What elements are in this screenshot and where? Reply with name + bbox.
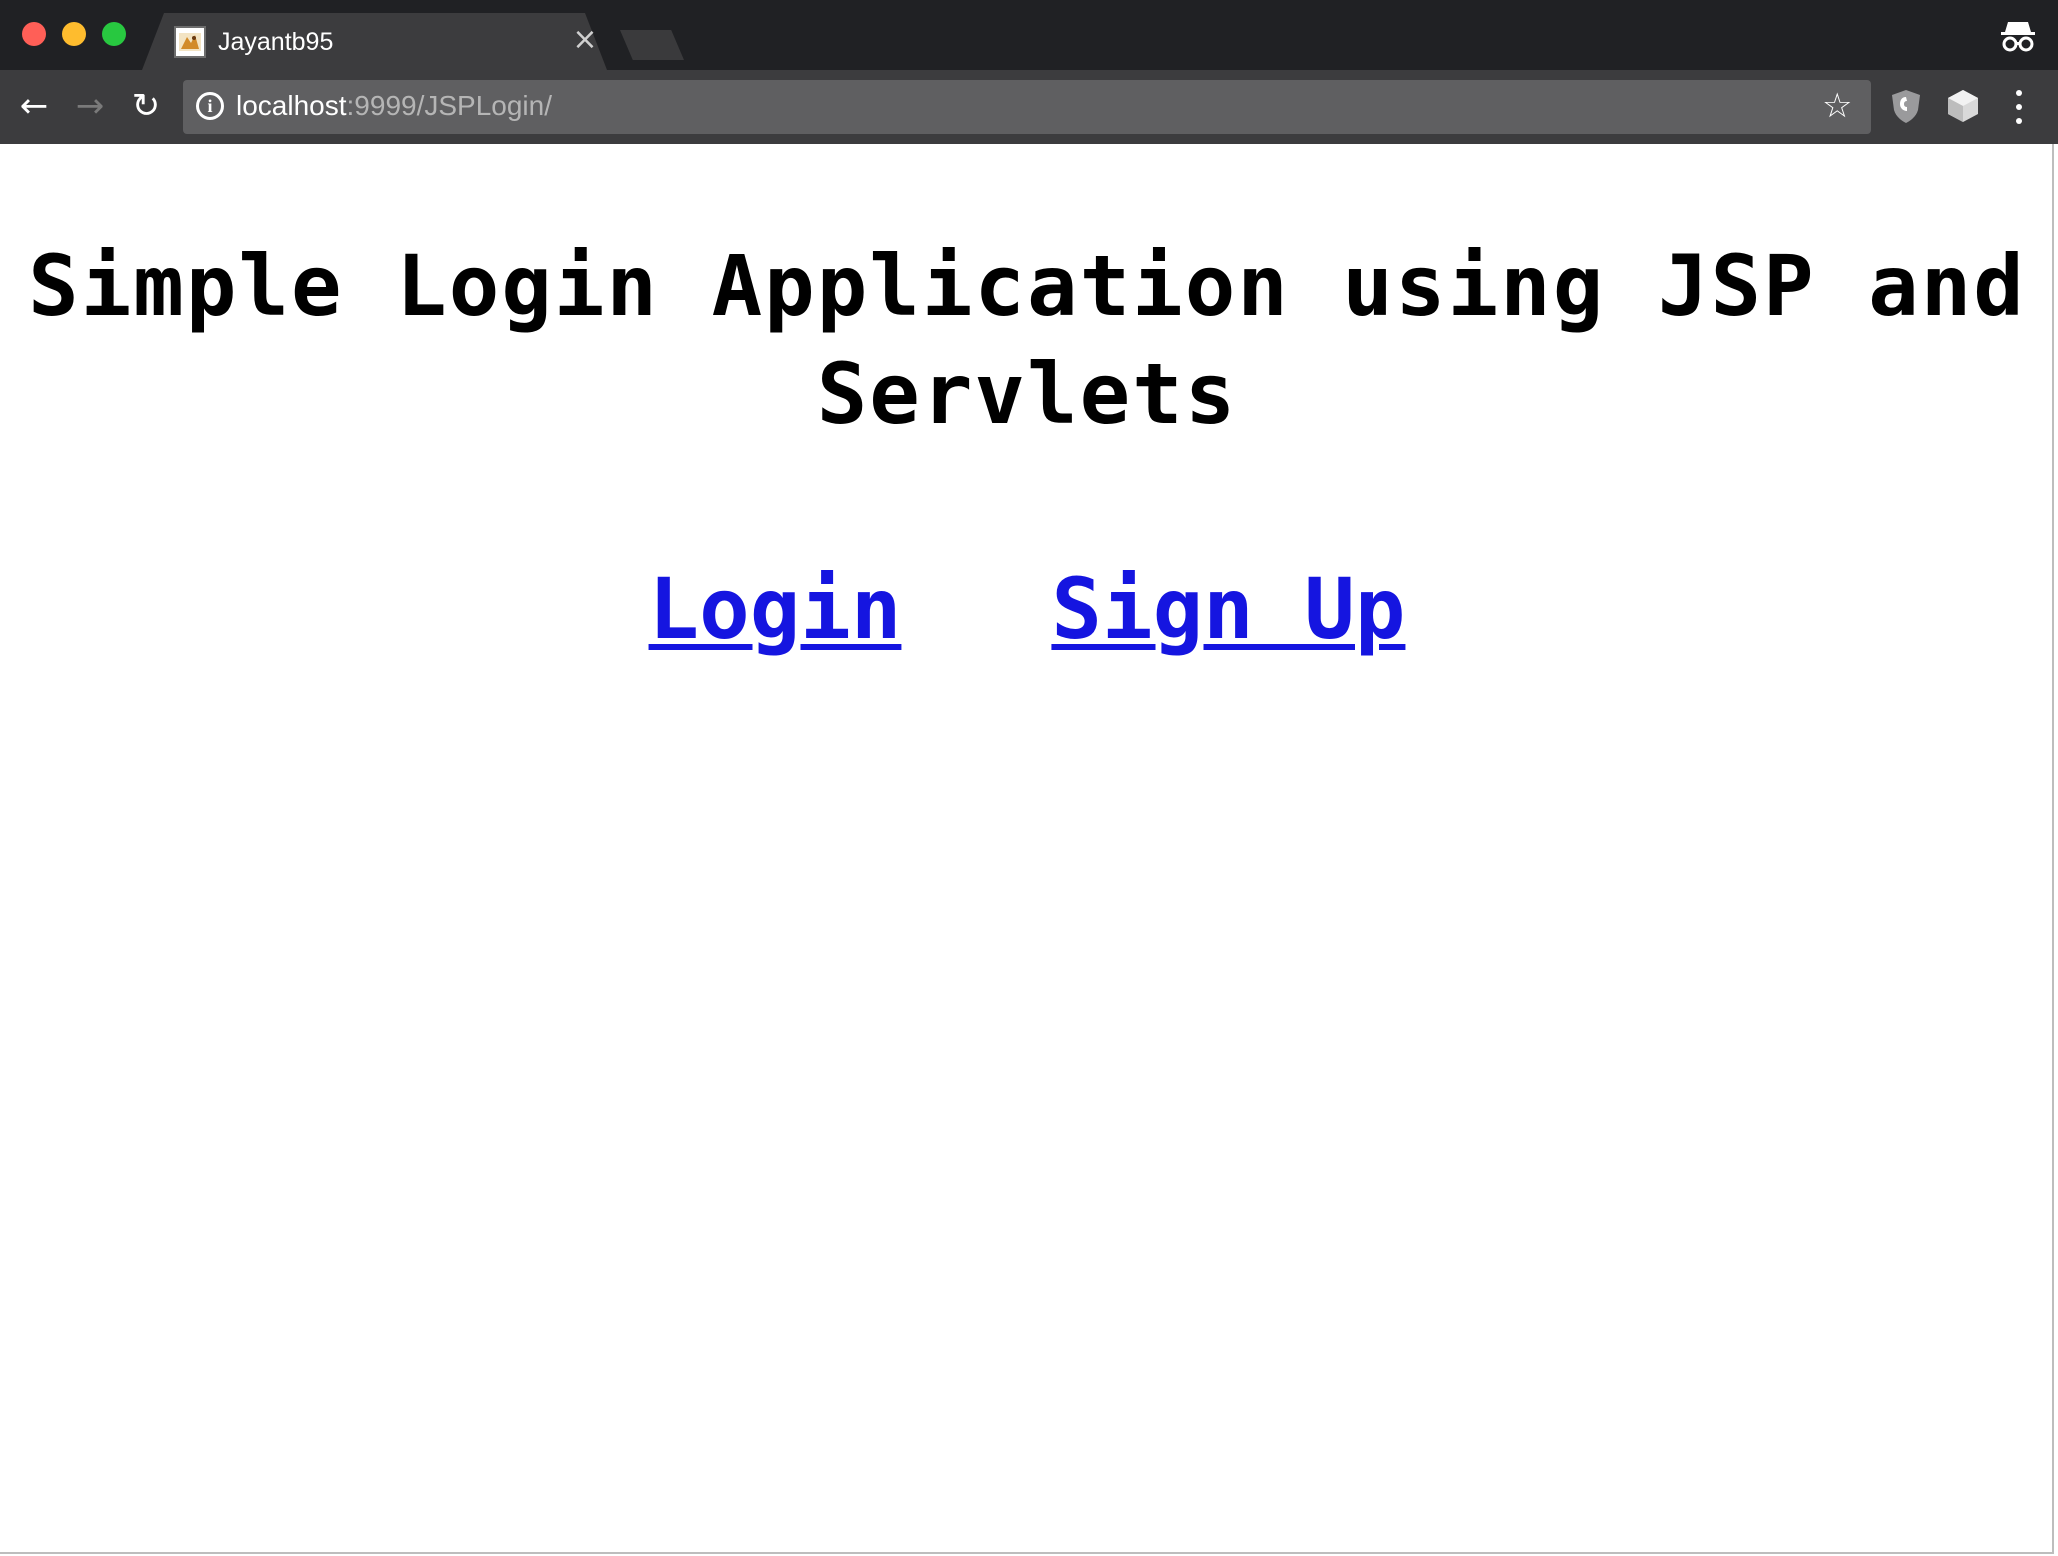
close-window-button[interactable] <box>22 22 46 46</box>
url-path: :9999/JSPLogin/ <box>346 90 553 121</box>
close-tab-icon[interactable]: × <box>570 25 600 55</box>
forward-arrow-icon[interactable]: → <box>70 86 110 126</box>
cube-extension-icon[interactable] <box>1946 88 1980 124</box>
tab-strip: Jayantb95 × <box>0 0 2058 70</box>
back-arrow-icon[interactable]: ← <box>14 86 54 126</box>
page-title: Simple Login Application using JSP and S… <box>28 237 2026 443</box>
incognito-icon <box>1998 18 2038 54</box>
new-tab-button[interactable] <box>620 30 684 60</box>
url-text[interactable]: localhost:9999/JSPLogin/ <box>236 88 552 124</box>
zoom-window-button[interactable] <box>102 22 126 46</box>
tomcat-icon <box>174 26 206 58</box>
kebab-menu-icon[interactable] <box>2012 90 2026 124</box>
active-tab[interactable] <box>142 13 607 70</box>
shield-extension-icon[interactable] <box>1890 88 1922 124</box>
signup-link[interactable]: Sign Up <box>1051 560 1405 658</box>
browser-window: Jayantb95 × ← → ↻ i localhost:9999/JSPLo… <box>0 0 2058 1556</box>
page-content: Simple Login Application using JSP and S… <box>0 144 2054 1554</box>
login-link[interactable]: Login <box>649 560 902 658</box>
site-info-icon[interactable]: i <box>196 92 224 120</box>
url-host: localhost <box>236 90 347 121</box>
bookmark-star-icon[interactable]: ☆ <box>1822 86 1852 126</box>
minimize-window-button[interactable] <box>62 22 86 46</box>
auth-links: Login Sign Up <box>0 554 2054 664</box>
reload-icon[interactable]: ↻ <box>126 86 166 126</box>
tab-title: Jayantb95 <box>218 28 334 56</box>
